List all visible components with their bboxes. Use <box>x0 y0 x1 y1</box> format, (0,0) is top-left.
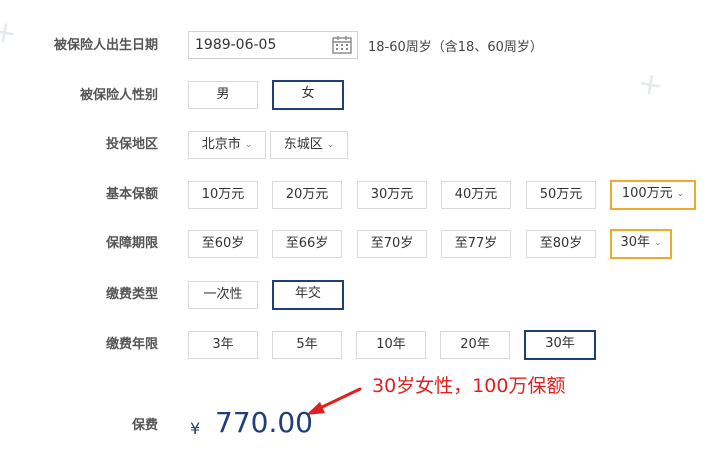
chevron-down-icon: ⌄ <box>676 189 685 199</box>
coverage-select-100w[interactable]: 100万元 ⌄ <box>610 180 696 210</box>
pay-years-option-5[interactable]: 5年 <box>272 331 342 359</box>
coverage-selected-value: 100万元 <box>621 186 673 201</box>
city-value: 北京市 <box>201 137 241 152</box>
pay-years-option-30[interactable]: 30年 <box>524 330 596 360</box>
annotation-text: 30岁女性，100万保额 <box>372 375 566 397</box>
chevron-down-icon: ⌄ <box>244 140 253 150</box>
period-option-70[interactable]: 至70岁 <box>357 230 427 258</box>
watermark: ✕ <box>633 66 669 104</box>
gender-female-button[interactable]: 女 <box>272 80 344 110</box>
pay-type-single-button[interactable]: 一次性 <box>188 281 258 309</box>
gender-label: 被保险人性别 <box>79 88 158 103</box>
district-select[interactable]: 东城区 ⌄ <box>270 131 348 159</box>
gender-male-button[interactable]: 男 <box>188 81 258 109</box>
chevron-down-icon: ⌄ <box>654 238 662 248</box>
period-label: 保障期限 <box>105 236 158 251</box>
coverage-option-10w[interactable]: 10万元 <box>188 181 258 209</box>
currency-symbol: ¥ <box>190 419 201 438</box>
period-option-60[interactable]: 至60岁 <box>188 230 258 258</box>
pay-years-option-3[interactable]: 3年 <box>188 331 258 359</box>
calendar-icon[interactable] <box>331 35 353 55</box>
period-option-80[interactable]: 至80岁 <box>526 230 596 258</box>
birth-date-label: 被保险人出生日期 <box>53 38 158 53</box>
coverage-option-20w[interactable]: 20万元 <box>272 181 342 209</box>
coverage-option-50w[interactable]: 50万元 <box>526 181 596 209</box>
period-option-77[interactable]: 至77岁 <box>441 230 511 258</box>
premium-label: 保费 <box>131 418 158 433</box>
coverage-option-30w[interactable]: 30万元 <box>357 181 427 209</box>
district-value: 东城区 <box>283 137 323 152</box>
pay-years-option-10[interactable]: 10年 <box>356 331 426 359</box>
region-label: 投保地区 <box>105 137 158 152</box>
pay-years-label: 缴费年限 <box>105 337 158 352</box>
period-selected-value: 30年 <box>620 235 650 250</box>
birth-date-field[interactable] <box>188 31 358 59</box>
age-range-hint: 18-60周岁（含18、60周岁） <box>368 40 543 55</box>
premium-value: 770.00 <box>215 406 313 439</box>
coverage-option-40w[interactable]: 40万元 <box>441 181 511 209</box>
coverage-label: 基本保额 <box>105 187 158 202</box>
city-select[interactable]: 北京市 ⌄ <box>188 131 266 159</box>
period-option-66[interactable]: 至66岁 <box>272 230 342 258</box>
period-select-30y[interactable]: 30年 ⌄ <box>610 229 672 259</box>
chevron-down-icon: ⌄ <box>326 140 335 150</box>
pay-years-option-20[interactable]: 20年 <box>440 331 510 359</box>
pay-type-annual-button[interactable]: 年交 <box>272 280 344 310</box>
birth-date-input[interactable] <box>195 36 325 54</box>
pay-type-label: 缴费类型 <box>105 287 158 302</box>
